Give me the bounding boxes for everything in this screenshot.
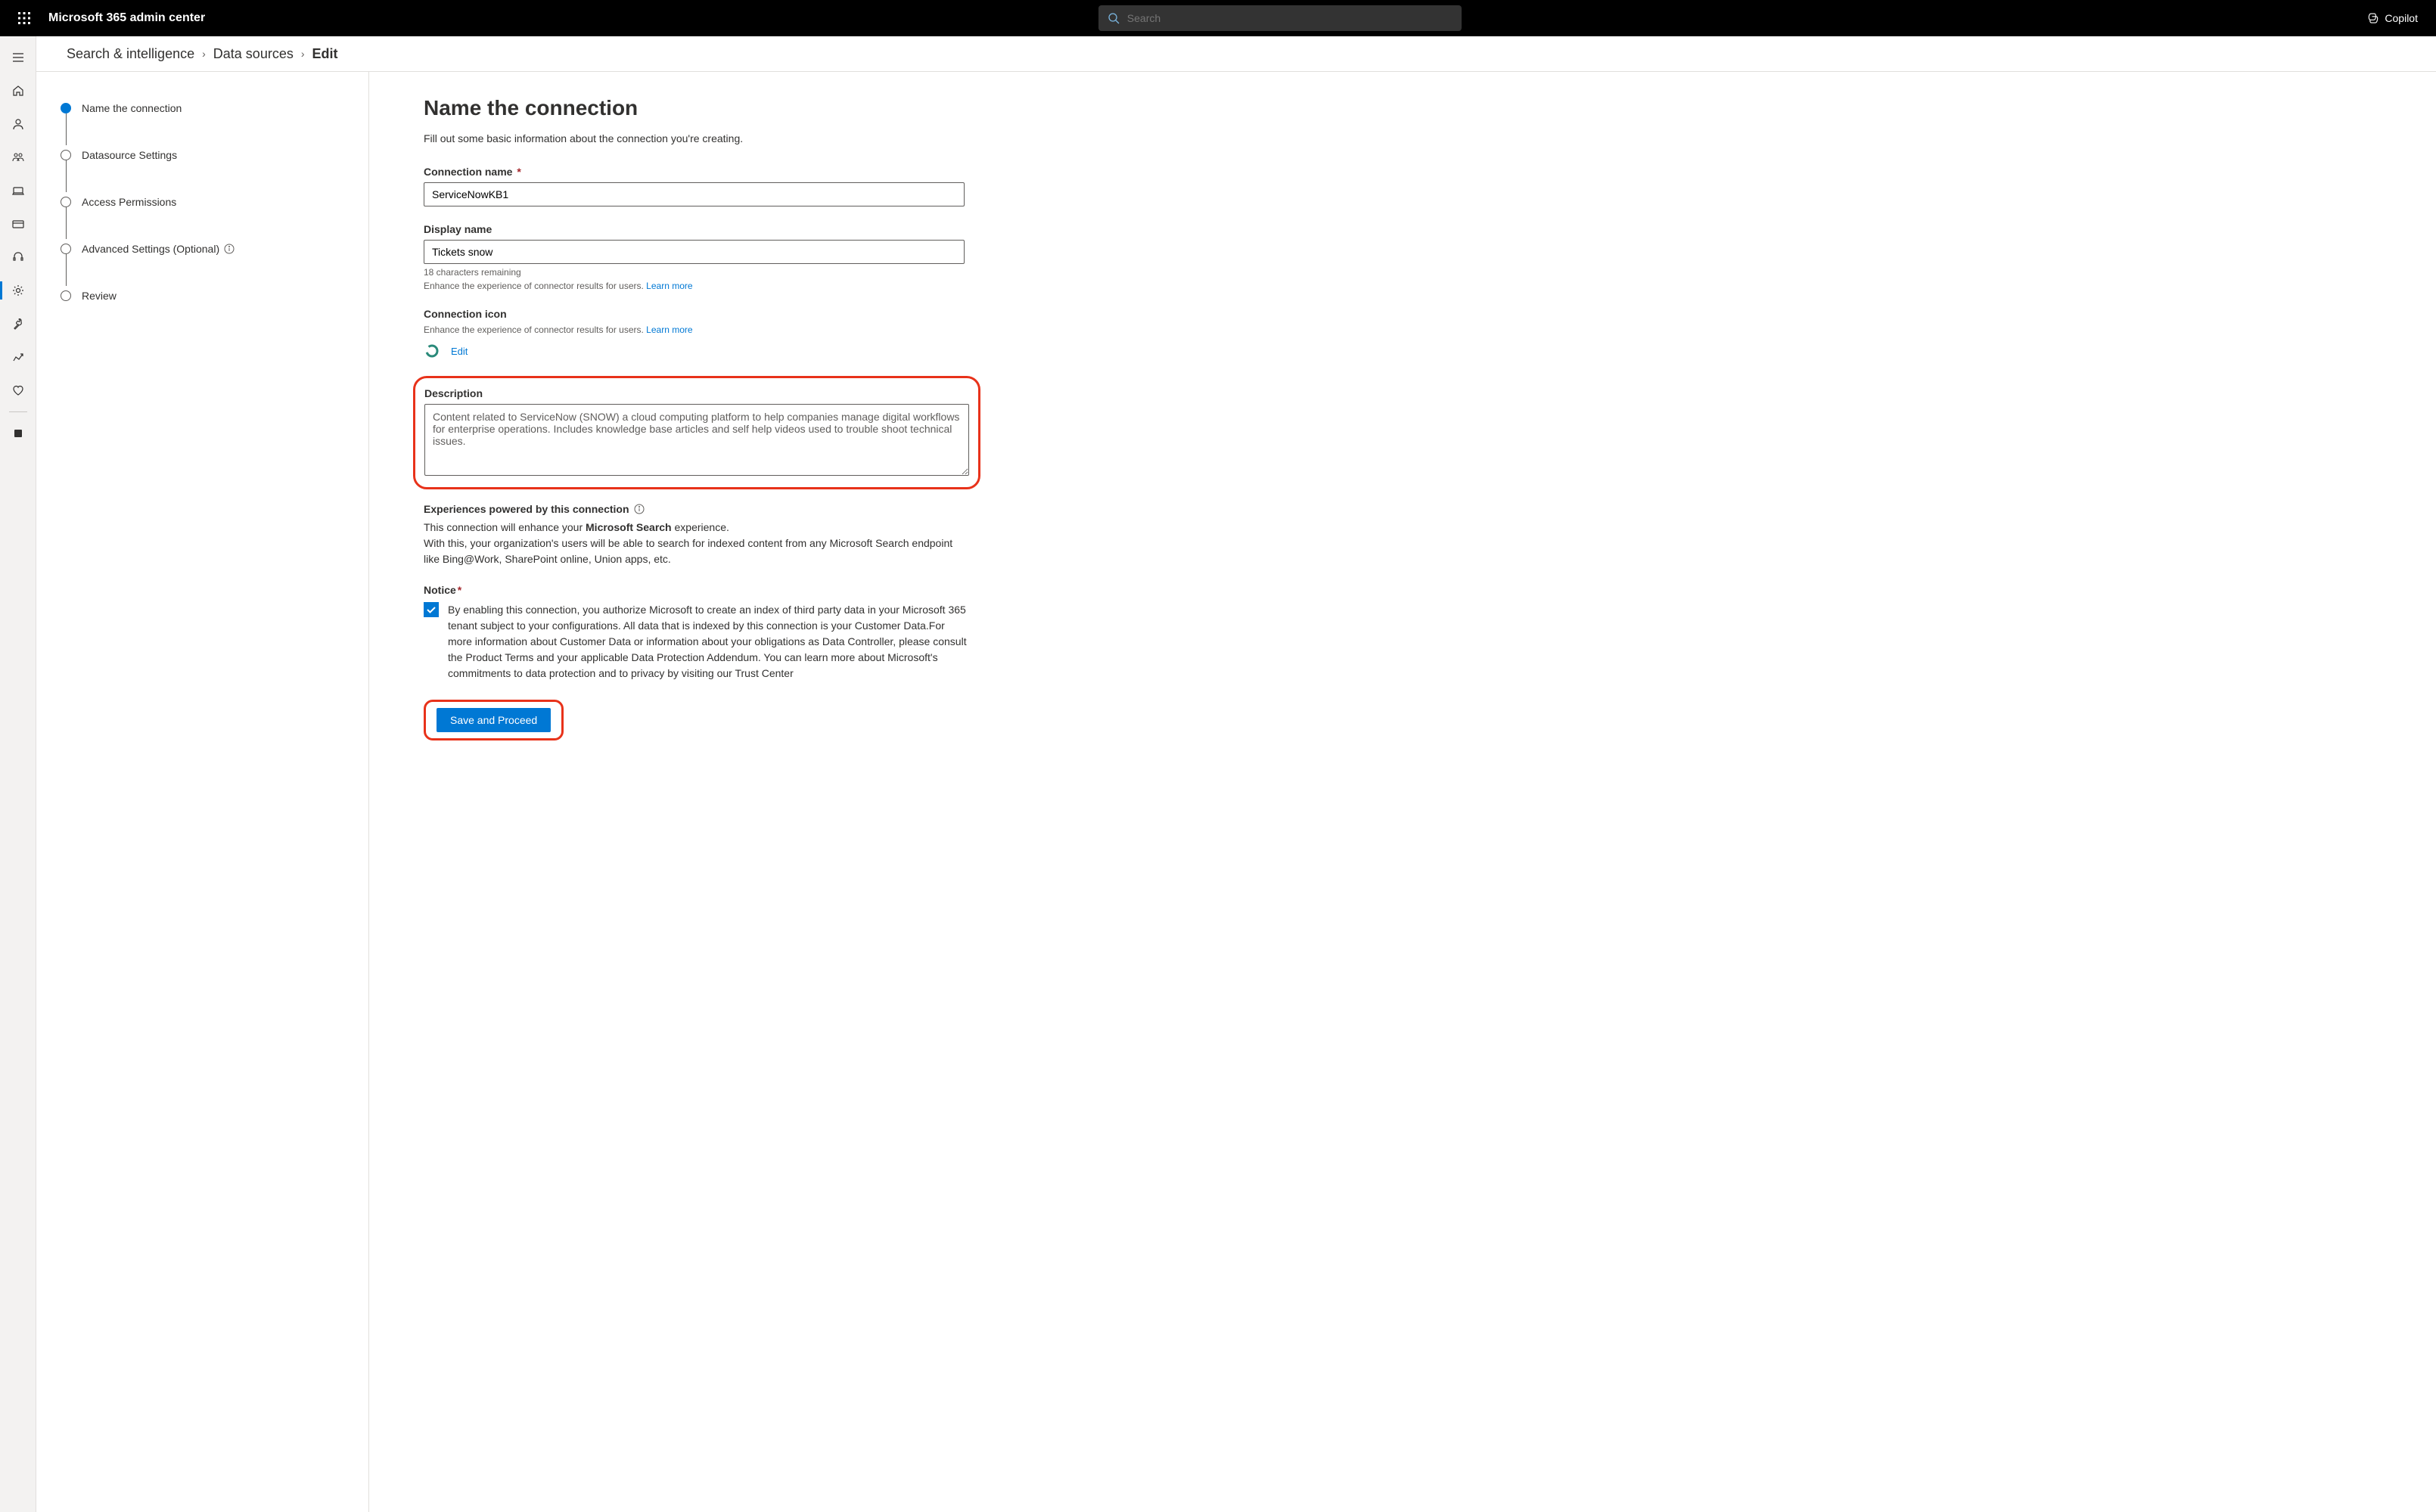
nav-setup[interactable] (0, 307, 36, 340)
app-launcher-button[interactable] (6, 12, 42, 24)
nav-settings[interactable] (0, 274, 36, 307)
save-button-highlight: Save and Proceed (424, 700, 564, 740)
checkmark-icon (426, 604, 437, 615)
connection-icon-helper: Enhance the experience of connector resu… (424, 324, 965, 335)
billing-icon (11, 217, 25, 231)
description-highlight: Description (413, 376, 980, 489)
nav-admin-centers[interactable] (0, 417, 36, 450)
breadcrumb-separator: › (301, 48, 305, 60)
display-name-input[interactable] (424, 240, 965, 264)
nav-users[interactable] (0, 107, 36, 141)
breadcrumb: Search & intelligence › Data sources › E… (36, 36, 2436, 72)
experiences-text: This connection will enhance your Micros… (424, 520, 965, 567)
notice-text: By enabling this connection, you authori… (448, 602, 968, 681)
wizard-steps: Name the connection Datasource Settings … (36, 72, 369, 1512)
step-review[interactable]: Review (61, 287, 344, 305)
reports-icon (11, 350, 25, 364)
nav-hamburger[interactable] (0, 41, 36, 74)
top-header: Microsoft 365 admin center Copilot (0, 0, 2436, 36)
home-icon (11, 84, 25, 98)
info-icon[interactable] (224, 244, 235, 254)
search-box[interactable] (1098, 5, 1462, 31)
step-name-connection[interactable]: Name the connection (61, 99, 344, 117)
step-indicator-icon (61, 244, 71, 254)
step-datasource-settings[interactable]: Datasource Settings (61, 146, 344, 164)
breadcrumb-separator: › (202, 48, 206, 60)
user-icon (11, 117, 25, 131)
search-input[interactable] (1127, 12, 1453, 24)
connection-name-input[interactable] (424, 182, 965, 206)
description-group: Description (424, 387, 969, 478)
step-indicator-icon (61, 103, 71, 113)
connection-icon-preview (424, 343, 440, 359)
support-icon (11, 250, 25, 264)
nav-billing[interactable] (0, 207, 36, 241)
breadcrumb-data-sources[interactable]: Data sources (213, 46, 294, 62)
left-nav-rail (0, 36, 36, 1512)
description-label: Description (424, 387, 969, 399)
notice-label: Notice* (424, 584, 968, 596)
breadcrumb-current: Edit (312, 46, 338, 62)
search-icon (1108, 12, 1120, 24)
step-indicator-icon (61, 197, 71, 207)
edit-icon-link[interactable]: Edit (451, 346, 468, 357)
waffle-icon (18, 12, 30, 24)
step-indicator-icon (61, 150, 71, 160)
nav-devices[interactable] (0, 174, 36, 207)
teams-icon (11, 151, 25, 164)
step-indicator-icon (61, 290, 71, 301)
connection-icon-label: Connection icon (424, 308, 965, 320)
gear-icon (11, 284, 25, 297)
connection-name-label: Connection name * (424, 166, 965, 178)
experiences-group: Experiences powered by this connection T… (424, 503, 965, 567)
nav-reports[interactable] (0, 340, 36, 374)
copilot-icon (2366, 11, 2380, 25)
search-container (205, 5, 2354, 31)
description-textarea[interactable] (424, 404, 969, 476)
step-access-permissions[interactable]: Access Permissions (61, 193, 344, 211)
notice-checkbox[interactable] (424, 602, 439, 617)
display-name-label: Display name (424, 223, 965, 235)
page-title: Name the connection (424, 96, 2382, 120)
copilot-button[interactable]: Copilot (2354, 11, 2430, 25)
save-proceed-button[interactable]: Save and Proceed (437, 708, 551, 732)
nav-health[interactable] (0, 374, 36, 407)
nav-home[interactable] (0, 74, 36, 107)
connection-icon-group: Connection icon Enhance the experience o… (424, 308, 965, 359)
admin-icon (11, 427, 25, 440)
step-advanced-settings[interactable]: Advanced Settings (Optional) (61, 240, 344, 258)
display-name-counter: 18 characters remaining (424, 267, 965, 278)
health-icon (11, 383, 25, 397)
display-name-group: Display name 18 characters remaining Enh… (424, 223, 965, 291)
rail-divider (9, 411, 27, 412)
app-title: Microsoft 365 admin center (48, 11, 205, 25)
nav-teams[interactable] (0, 141, 36, 174)
connection-name-group: Connection name * (424, 166, 965, 206)
wrench-icon (11, 317, 25, 331)
info-icon[interactable] (634, 504, 645, 514)
notice-group: Notice* By enabling this connection, you… (424, 584, 968, 681)
device-icon (11, 184, 25, 197)
form-panel: Name the connection Fill out some basic … (369, 72, 2436, 1512)
nav-support[interactable] (0, 241, 36, 274)
copilot-label: Copilot (2385, 12, 2418, 24)
learn-more-link[interactable]: Learn more (646, 324, 692, 335)
breadcrumb-search-intelligence[interactable]: Search & intelligence (67, 46, 194, 62)
experiences-label: Experiences powered by this connection (424, 503, 965, 515)
page-subtitle: Fill out some basic information about th… (424, 132, 2382, 144)
learn-more-link[interactable]: Learn more (646, 281, 692, 291)
display-name-helper: Enhance the experience of connector resu… (424, 281, 965, 291)
